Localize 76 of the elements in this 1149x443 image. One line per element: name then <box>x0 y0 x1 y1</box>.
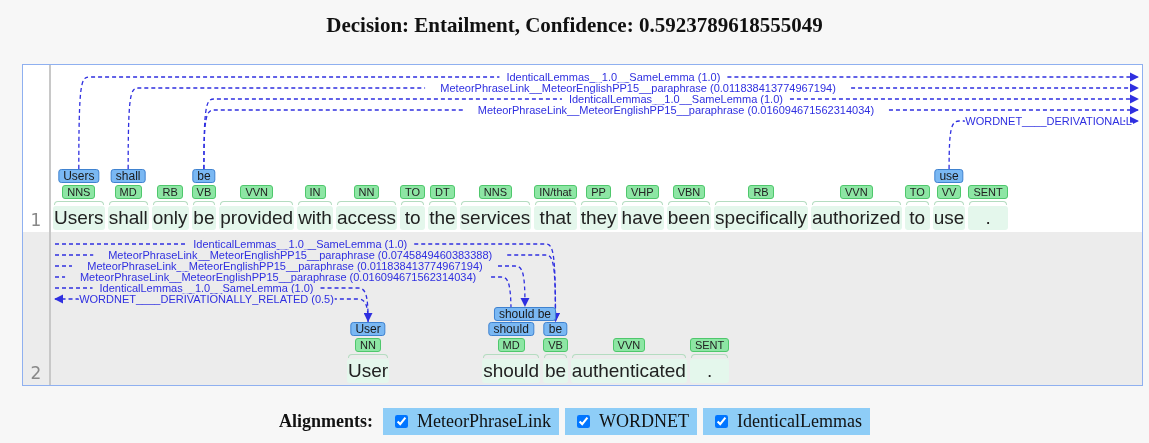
arc-label: MeteorPhraseLink__MeteorEnglishPP15__paraphrase (0.011838413774967194) <box>440 82 836 94</box>
pos-tag: NN <box>353 185 380 199</box>
token-word: services <box>459 206 532 230</box>
arc-label: IdenticalLemmas__1.0__SameLemma (1.0) <box>506 71 721 83</box>
token-word: Users <box>53 206 105 230</box>
checkbox[interactable] <box>715 415 728 428</box>
arc-label: IdenticalLemmas__1.0__SameLemma (1.0) <box>99 282 314 294</box>
arc-label: IdenticalLemmas__1.0__SameLemma (1.0) <box>568 93 783 105</box>
filter-label: Alignments: <box>279 411 374 432</box>
span-label: should be <box>493 307 556 321</box>
page-title: Decision: Entailment, Confidence: 0.5923789618555049 <box>326 12 823 39</box>
pos-tag: TO <box>400 185 426 199</box>
span-label: should <box>488 322 534 336</box>
token-word: be <box>543 359 568 383</box>
alignment-toggle[interactable]: MeteorPhraseLink <box>383 408 559 435</box>
token-word: the <box>428 206 457 230</box>
pos-tag: VVN <box>612 338 646 352</box>
arc-label: IdenticalLemmas__1.0__SameLemma (1.0) <box>193 238 408 250</box>
pos-tag: VB <box>191 185 217 199</box>
pos-tag: NN <box>355 338 381 352</box>
pos-tag: IN/that <box>534 185 577 199</box>
token-word: provided <box>219 206 295 230</box>
token-word: that <box>534 206 577 230</box>
pos-tag: DT <box>430 185 455 199</box>
pos-tag: RB <box>748 185 774 199</box>
arc-label: MeteorPhraseLink__MeteorEnglishPP15__paraphrase (0.016094671562314034) <box>477 104 875 116</box>
pos-tag: SENT <box>689 338 730 352</box>
pos-tag: MD <box>114 185 142 199</box>
pos-tag: VBN <box>672 185 706 199</box>
pos-tag: PP <box>586 185 611 199</box>
pos-tag: VB <box>543 338 568 352</box>
pos-tag: RB <box>157 185 183 199</box>
token-word: authorized <box>810 206 902 230</box>
token-word: . <box>968 206 1008 230</box>
token-word: been <box>666 206 712 230</box>
arc-label: MeteorPhraseLink__MeteorEnglishPP15__paraphrase (0.016094671562314034) <box>79 271 477 283</box>
span-label: be <box>543 322 568 336</box>
pos-tag: TO <box>904 185 930 199</box>
pos-tag: NNS <box>62 185 96 199</box>
token-word: specifically <box>714 206 808 230</box>
span-label: User <box>350 322 386 336</box>
pos-tag: VVN <box>240 185 273 199</box>
arc-label: WORDNET____DERIVATIONALLY_RELATED (0.5) <box>79 293 334 305</box>
token-word: to <box>400 206 426 230</box>
line-number: 1 <box>30 210 42 230</box>
token-word: with <box>297 206 333 230</box>
alignment-toggle[interactable]: WORDNET <box>565 408 697 435</box>
span-label: be <box>192 169 216 183</box>
token-word: use <box>932 206 966 230</box>
token-word: authenticated <box>570 359 687 383</box>
checkbox[interactable] <box>395 415 409 428</box>
line-number: 2 <box>30 363 42 383</box>
token-word: to <box>904 206 930 230</box>
pos-tag: SENT <box>968 185 1008 199</box>
arc-label: MeteorPhraseLink__MeteorEnglishPP15__paraphrase (0.011838413774967194) <box>87 260 483 272</box>
pos-tag: VV <box>936 185 962 199</box>
pos-tag: VHP <box>625 185 659 199</box>
token-word: should <box>482 359 541 383</box>
token-word: . <box>689 359 730 383</box>
span-label: shall <box>110 169 146 183</box>
pos-tag: MD <box>497 338 525 352</box>
pos-tag: VVN <box>840 185 873 199</box>
token-word: access <box>335 206 398 230</box>
span-label: use <box>934 169 964 183</box>
token-word: shall <box>107 206 149 230</box>
token-word: they <box>579 206 618 230</box>
pos-tag: IN <box>304 185 326 199</box>
token-word: User <box>347 359 390 383</box>
token-word: be <box>191 206 217 230</box>
token-word: have <box>620 206 664 230</box>
alignment-toggle[interactable]: IdenticalLemmas <box>703 408 870 435</box>
arc-label: MeteorPhraseLink__MeteorEnglishPP15__paraphrase (0.0745849460383388) <box>108 249 493 261</box>
checkbox[interactable] <box>577 415 590 428</box>
pos-tag: NNS <box>478 185 513 199</box>
span-label: Users <box>58 169 100 183</box>
token-word: only <box>151 206 189 230</box>
